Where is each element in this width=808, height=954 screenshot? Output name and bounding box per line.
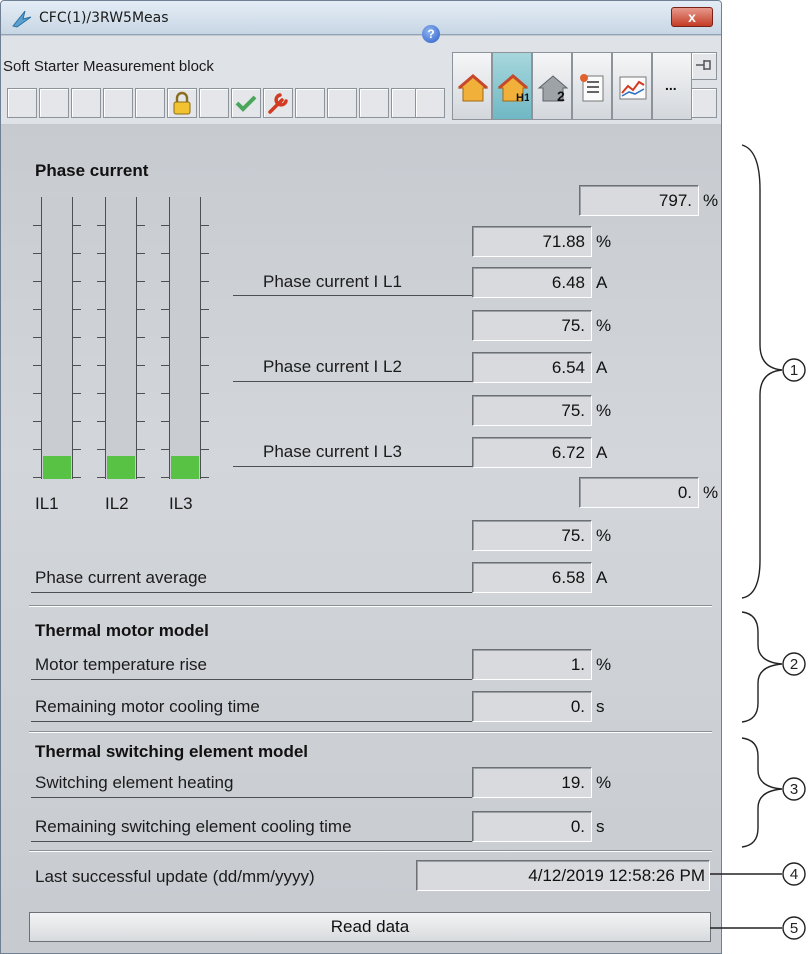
bracket-3 <box>741 737 783 848</box>
callout-2: 2 <box>790 656 798 673</box>
callout-1: 1 <box>790 362 798 379</box>
callout-5: 5 <box>790 920 798 937</box>
callout-3: 3 <box>790 781 798 798</box>
callout-4: 4 <box>790 866 798 883</box>
bracket-2 <box>741 611 783 723</box>
callout-annotations: 1 2 3 4 5 <box>710 144 806 940</box>
bracket-1 <box>741 144 783 599</box>
